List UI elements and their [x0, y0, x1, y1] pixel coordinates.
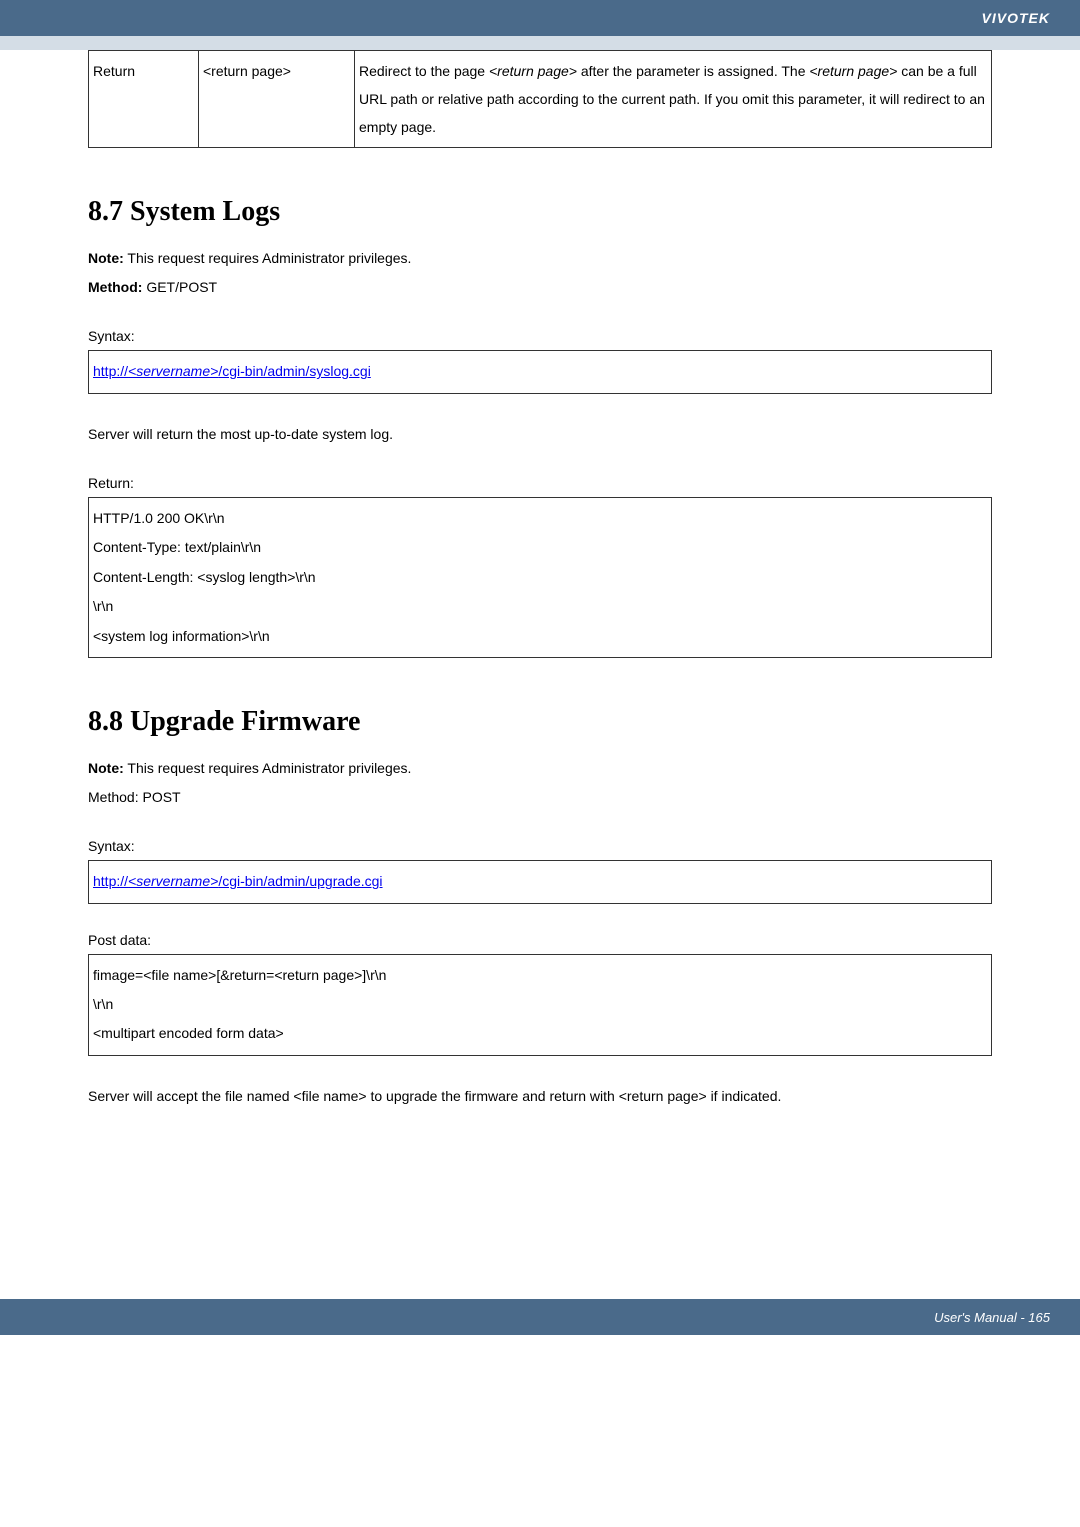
url-part: /cgi-bin/admin/syslog.cgi [218, 363, 371, 379]
parameter-table: Return <return page> Redirect to the pag… [88, 50, 992, 148]
url-servername: <servername> [128, 363, 218, 379]
note-label: Note: [88, 760, 124, 776]
note-text: This request requires Administrator priv… [124, 250, 412, 266]
return-label: Return: [88, 475, 992, 491]
cell-param-value: <return page> [199, 51, 355, 148]
postdata-label: Post data: [88, 932, 992, 948]
syntax-url[interactable]: http://<servername>/cgi-bin/admin/upgrad… [93, 873, 383, 889]
header-accent-stripe [0, 36, 1080, 50]
code-line: HTTP/1.0 200 OK\r\n [93, 504, 987, 533]
table-row: Return <return page> Redirect to the pag… [89, 51, 992, 148]
code-line: Content-Type: text/plain\r\n [93, 533, 987, 562]
text: Redirect to the page [359, 63, 489, 79]
syntax-label: Syntax: [88, 838, 992, 854]
method-text: GET/POST [142, 279, 217, 295]
syntax-block: http://<servername>/cgi-bin/admin/syslog… [88, 350, 992, 393]
note-text: This request requires Administrator priv… [124, 760, 412, 776]
url-part: http:// [93, 873, 128, 889]
code-line: \r\n [93, 990, 987, 1019]
header-bar: VIVOTEK [0, 0, 1080, 36]
page-number: User's Manual - 165 [934, 1310, 1050, 1325]
code-line: <multipart encoded form data> [93, 1019, 987, 1048]
text: after the parameter is assigned. The [577, 63, 809, 79]
code-line: fimage=<file name>[&return=<return page>… [93, 961, 987, 990]
return-block: HTTP/1.0 200 OK\r\n Content-Type: text/p… [88, 497, 992, 658]
code-line: <system log information>\r\n [93, 622, 987, 651]
brand-label: VIVOTEK [982, 10, 1050, 26]
syntax-block: http://<servername>/cgi-bin/admin/upgrad… [88, 860, 992, 903]
url-part: http:// [93, 363, 128, 379]
method-line: Method: GET/POST [88, 275, 992, 300]
text-italic: <return page> [489, 63, 577, 79]
text-italic: <return page> [809, 63, 897, 79]
method-label: Method: [88, 279, 142, 295]
url-servername: <servername> [128, 873, 218, 889]
footer-bar: User's Manual - 165 [0, 1299, 1080, 1335]
code-line: Content-Length: <syslog length>\r\n [93, 563, 987, 592]
page-content: Return <return page> Redirect to the pag… [0, 50, 1080, 1109]
method-line: Method: POST [88, 785, 992, 810]
section-heading: 8.7 System Logs [88, 196, 992, 228]
url-part: /cgi-bin/admin/upgrade.cgi [218, 873, 382, 889]
syntax-url[interactable]: http://<servername>/cgi-bin/admin/syslog… [93, 363, 371, 379]
cell-param-desc: Redirect to the page <return page> after… [355, 51, 992, 148]
desc-text: Server will accept the file named <file … [88, 1084, 992, 1109]
syntax-label: Syntax: [88, 328, 992, 344]
desc-text: Server will return the most up-to-date s… [88, 422, 992, 447]
postdata-block: fimage=<file name>[&return=<return page>… [88, 954, 992, 1056]
note-line: Note: This request requires Administrato… [88, 246, 992, 271]
section-heading: 8.8 Upgrade Firmware [88, 706, 992, 738]
code-line: \r\n [93, 592, 987, 621]
note-line: Note: This request requires Administrato… [88, 756, 992, 781]
note-label: Note: [88, 250, 124, 266]
cell-param-name: Return [89, 51, 199, 148]
